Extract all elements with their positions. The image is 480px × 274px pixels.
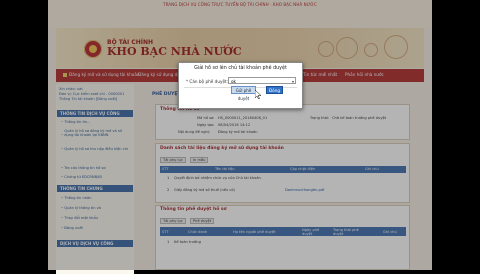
dialog-title: Giải hồ sơ lên chủ tài khoản phê duyệt bbox=[194, 66, 287, 71]
approver-select[interactable]: ok ▾ bbox=[228, 77, 296, 84]
mouse-cursor-icon bbox=[255, 90, 261, 99]
close-dialog-button[interactable]: Đóng bbox=[266, 86, 283, 94]
chevron-down-icon: ▾ bbox=[291, 79, 294, 84]
approver-label: * Cán bộ phê duyệt: bbox=[186, 79, 229, 84]
approver-select-value: ok bbox=[231, 79, 236, 84]
modal-overlay bbox=[48, 0, 432, 270]
submit-approval-button[interactable]: Gửi phê duyệt bbox=[231, 86, 256, 101]
